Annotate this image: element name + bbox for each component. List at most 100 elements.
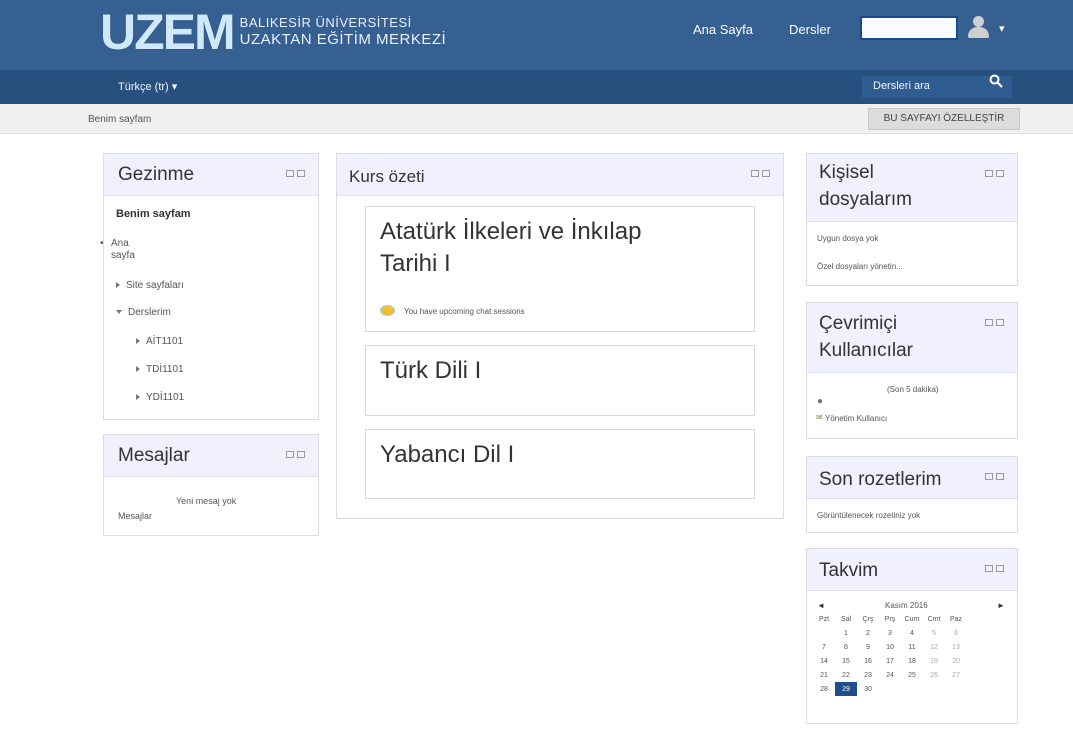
language-menu[interactable]: Türkçe (tr) ▾ (118, 80, 177, 93)
calendar-day[interactable]: 1 (835, 626, 857, 640)
calendar-weekday: Çrş (862, 615, 874, 623)
calendar-day[interactable]: 25 (901, 668, 923, 682)
private-files-title-line2: dosyalarım (819, 189, 912, 210)
no-badges-text: Görüntülenecek rozetiniz yok (817, 511, 921, 520)
block-controls-icon[interactable] (985, 565, 1005, 573)
online-period-text: (Son 5 dakika) (887, 385, 939, 394)
recent-badges-title: Son rozetlerim (819, 469, 942, 490)
calendar-week-row: 28 29 30 (813, 682, 967, 696)
block-controls-icon[interactable] (985, 319, 1005, 327)
calendar-day[interactable]: 23 (857, 668, 879, 682)
calendar-day[interactable]: 9 (857, 640, 879, 654)
caret-right-icon (136, 394, 140, 401)
calendar-week-row: 14 15 16 17 18 19 20 (813, 654, 967, 668)
logo-center: UZAKTAN EĞİTİM MERKEZİ (239, 31, 447, 48)
calendar-day[interactable]: 2 (857, 626, 879, 640)
site-logo[interactable]: UZEM BALIKESİR ÜNİVERSİTESİ UZAKTAN EĞİT… (100, 0, 446, 64)
calendar-day[interactable]: 13 (945, 640, 967, 654)
calendar-day[interactable]: 19 (923, 654, 945, 668)
user-avatar-icon[interactable] (964, 12, 992, 42)
calendar-day[interactable]: 28 (813, 682, 835, 696)
manage-private-files-link[interactable]: Özel dosyaları yönetin... (817, 262, 903, 271)
course-card[interactable]: Yabancı Dil I (365, 429, 755, 499)
calendar-day[interactable]: 22 (835, 668, 857, 682)
nav-my-courses[interactable]: Derslerim (116, 307, 171, 318)
nav-home-link[interactable]: Ana Sayfa (693, 22, 753, 37)
calendar-month[interactable]: Kasım 2016 (885, 601, 928, 610)
course-overview-block: Kurs özeti Atatürk İlkeleri ve İnkılap T… (336, 153, 784, 519)
calendar-day[interactable]: 5 (923, 626, 945, 640)
nav-course-item[interactable]: TDİ1101 (136, 364, 184, 375)
search-icon[interactable] (989, 74, 1003, 92)
calendar-weekday: Prş (884, 615, 896, 623)
calendar-day[interactable]: 14 (813, 654, 835, 668)
calendar-today[interactable]: 29 (835, 682, 857, 696)
caret-down-icon (116, 310, 122, 315)
calendar-day[interactable]: 4 (901, 626, 923, 640)
block-controls-icon[interactable] (985, 473, 1005, 481)
online-user-link[interactable]: Yönetim Kullanıcı (825, 414, 887, 423)
nav-my-page[interactable]: Benim sayfam (116, 208, 191, 220)
caret-right-icon (136, 338, 140, 345)
customize-page-button[interactable]: BU SAYFAYI ÖZELLEŞTİR (868, 108, 1020, 130)
breadcrumb[interactable]: Benim sayfam (88, 114, 151, 125)
calendar-day[interactable]: 18 (901, 654, 923, 668)
calendar-day[interactable]: 16 (857, 654, 879, 668)
user-icon: ● (817, 396, 824, 407)
calendar-day[interactable] (923, 682, 945, 696)
calendar-day[interactable]: 20 (945, 654, 967, 668)
course-card[interactable]: Atatürk İlkeleri ve İnkılap Tarihi I You… (365, 206, 755, 332)
calendar-day[interactable]: 17 (879, 654, 901, 668)
calendar-day[interactable]: 6 (945, 626, 967, 640)
calendar-day[interactable] (901, 682, 923, 696)
calendar-prev-icon[interactable]: ◄ (817, 601, 825, 610)
message-icon: ✉ (816, 413, 823, 422)
calendar-day[interactable]: 3 (879, 626, 901, 640)
calendar-day[interactable] (813, 626, 835, 640)
nav-home-line1[interactable]: Ana (111, 238, 129, 249)
nav-home-line2[interactable]: sayfa (111, 250, 135, 261)
calendar-day[interactable]: 11 (901, 640, 923, 654)
course-title-line2[interactable]: Tarihi I (380, 249, 451, 279)
navigation-block: Gezinme Benim sayfam • Ana sayfa Site sa… (100, 153, 319, 420)
course-card[interactable]: Türk Dili I (365, 345, 755, 416)
course-title[interactable]: Yabancı Dil I (380, 440, 514, 470)
nav-courses-link[interactable]: Dersler (789, 22, 831, 37)
logo-mark: UZEM (100, 4, 236, 60)
course-title[interactable]: Türk Dili I (380, 356, 481, 386)
calendar-day[interactable]: 7 (813, 640, 835, 654)
calendar-next-icon[interactable]: ► (997, 601, 1005, 610)
calendar-day[interactable]: 27 (945, 668, 967, 682)
user-menu-caret-icon[interactable]: ▾ (999, 22, 1005, 35)
calendar-weekday: Cmt (927, 615, 941, 623)
calendar-day[interactable] (879, 682, 901, 696)
login-input[interactable] (860, 16, 958, 40)
block-controls-icon[interactable] (751, 170, 771, 178)
calendar-week-row: 1 2 3 4 5 6 (813, 626, 967, 640)
block-controls-icon[interactable] (985, 170, 1005, 178)
calendar-day[interactable]: 15 (835, 654, 857, 668)
calendar-day[interactable]: 10 (879, 640, 901, 654)
calendar-title: Takvim (819, 560, 879, 581)
private-files-block: Kişisel dosyalarım Uygun dosya yok Özel … (806, 153, 1018, 286)
chat-notice[interactable]: You have upcoming chat sessions (404, 307, 525, 316)
nav-course-item[interactable]: YDİ1101 (136, 392, 184, 403)
caret-right-icon (116, 282, 120, 289)
messages-link[interactable]: Mesajlar (118, 511, 152, 521)
calendar-day[interactable]: 21 (813, 668, 835, 682)
course-search-placeholder: Dersleri ara (873, 80, 930, 92)
block-controls-icon[interactable] (286, 451, 306, 459)
navigation-block-header: Gezinme (104, 154, 318, 196)
calendar-day[interactable]: 30 (857, 682, 879, 696)
course-title[interactable]: Atatürk İlkeleri ve İnkılap (380, 217, 641, 247)
nav-course-item[interactable]: AİT1101 (136, 336, 183, 347)
calendar-day[interactable]: 26 (923, 668, 945, 682)
calendar-weekday-row: Pzt Sal Çrş Prş Cum Cmt Paz (813, 612, 967, 626)
nav-site-pages[interactable]: Site sayfaları (116, 280, 184, 291)
calendar-day[interactable] (945, 682, 967, 696)
calendar-day[interactable]: 12 (923, 640, 945, 654)
calendar-day[interactable]: 8 (835, 640, 857, 654)
online-users-title-line2: Kullanıcılar (819, 340, 913, 361)
calendar-day[interactable]: 24 (879, 668, 901, 682)
block-controls-icon[interactable] (286, 170, 306, 178)
